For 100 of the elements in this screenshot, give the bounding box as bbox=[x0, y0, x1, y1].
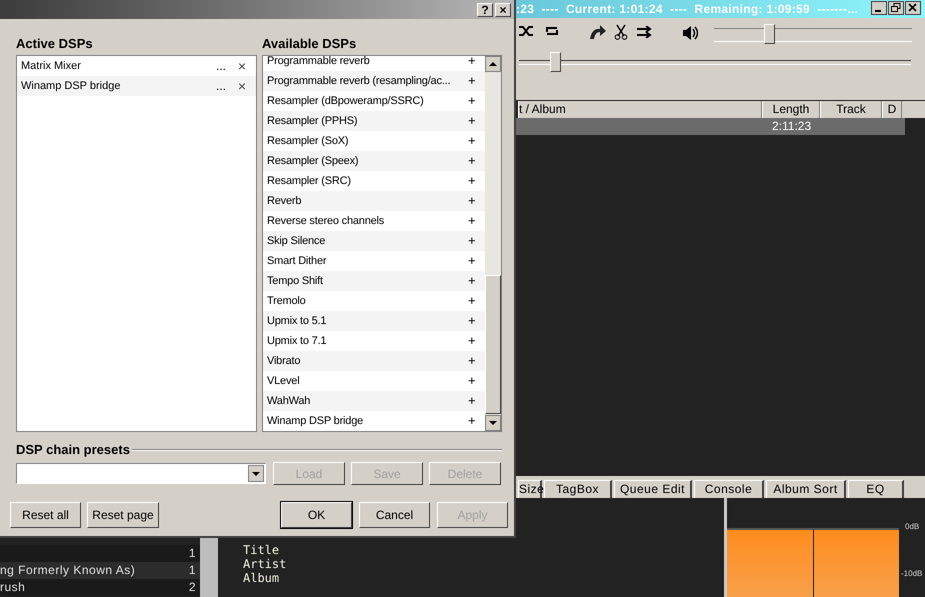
scroll-down-icon[interactable] bbox=[485, 415, 501, 431]
item-label: Resampler (SoX) bbox=[267, 134, 350, 149]
item-label: Resampler (PPHS) bbox=[267, 114, 358, 129]
item-label: Matrix Mixer bbox=[21, 58, 82, 74]
tab[interactable]: EQ bbox=[848, 480, 904, 498]
slider-thumb[interactable] bbox=[764, 24, 776, 44]
playlist-row[interactable]: 2:11:23 bbox=[516, 118, 905, 135]
add-button[interactable]: + bbox=[468, 214, 476, 228]
list-item[interactable]: Skip Silence + bbox=[263, 231, 485, 251]
list-item[interactable]: Resampler (Speex) + bbox=[263, 151, 485, 171]
section-label: DSP chain presets bbox=[16, 441, 130, 459]
library-row[interactable]: ng Formerly Known As) 1 bbox=[0, 562, 200, 579]
item-label: Programmable reverb bbox=[267, 56, 371, 69]
scissors-icon[interactable] bbox=[614, 24, 628, 40]
add-button[interactable]: + bbox=[468, 94, 476, 108]
library-row[interactable]: 1 bbox=[0, 545, 200, 562]
item-label: Upmix to 7.1 bbox=[267, 334, 328, 349]
add-button[interactable]: + bbox=[468, 234, 476, 248]
add-button[interactable]: + bbox=[468, 334, 476, 348]
list-item[interactable]: Resampler (PPHS) + bbox=[263, 111, 485, 131]
list-item[interactable]: Winamp DSP bridge ... × bbox=[17, 76, 256, 96]
library-row[interactable]: rush 2 bbox=[0, 579, 200, 596]
list-item[interactable]: Tempo Shift + bbox=[263, 271, 485, 291]
title-button[interactable]: × bbox=[495, 2, 511, 16]
slider-thumb[interactable] bbox=[550, 52, 562, 72]
item-label: Resampler (dBpoweramp/SSRC) bbox=[267, 94, 425, 109]
item-label: VLevel bbox=[267, 374, 300, 389]
item-label: Skip Silence bbox=[267, 234, 326, 249]
add-button[interactable]: + bbox=[468, 374, 476, 388]
section-label: Available DSPs bbox=[262, 35, 356, 53]
remove-button[interactable]: × bbox=[231, 79, 253, 93]
meter-label: -10dB bbox=[901, 568, 922, 580]
add-button[interactable]: + bbox=[468, 254, 476, 268]
add-button[interactable]: + bbox=[468, 314, 476, 328]
close-icon[interactable] bbox=[905, 1, 921, 15]
minimize-icon[interactable] bbox=[871, 1, 887, 15]
add-button[interactable]: + bbox=[468, 134, 476, 148]
scroll-up-icon[interactable] bbox=[485, 56, 501, 72]
item-label: Resampler (Speex) bbox=[267, 154, 360, 169]
repeat-icon[interactable] bbox=[544, 24, 560, 38]
add-button[interactable]: + bbox=[468, 154, 476, 168]
seek-slider[interactable] bbox=[519, 52, 911, 72]
list-item[interactable]: Programmable reverb (resampling/ac... + bbox=[263, 71, 485, 91]
item-label: Winamp DSP bridge bbox=[21, 78, 122, 94]
track-info-text: Artist bbox=[243, 557, 286, 571]
item-label: Reverb bbox=[267, 194, 302, 209]
dialog-button[interactable]: OK bbox=[281, 502, 352, 528]
configure-button[interactable]: ... bbox=[211, 59, 231, 73]
preset-dropdown[interactable] bbox=[16, 463, 266, 484]
arrows-icon[interactable] bbox=[636, 26, 652, 38]
add-button[interactable]: + bbox=[468, 294, 476, 308]
dialog-button[interactable]: Reset all bbox=[10, 502, 81, 528]
item-label: Reverse stereo channels bbox=[267, 214, 386, 229]
window-title: :23 ---- Current: 1:01:24 ---- Remaining: 1:09:59 -------... bbox=[516, 1, 858, 18]
scrollbar[interactable] bbox=[485, 56, 501, 431]
list-item[interactable]: WahWah + bbox=[263, 391, 485, 411]
add-button[interactable]: + bbox=[468, 56, 476, 68]
track-info-text: Album bbox=[243, 571, 280, 585]
list-item[interactable]: Reverb + bbox=[263, 191, 485, 211]
table-cell-text: 2:11:23 bbox=[771, 118, 812, 135]
item-label: Winamp DSP bridge bbox=[267, 414, 364, 429]
add-button[interactable]: + bbox=[468, 174, 476, 188]
table-cell: ng Formerly Known As) bbox=[0, 562, 136, 579]
table-cell: 1 bbox=[188, 562, 196, 579]
item-label: Tremolo bbox=[267, 294, 307, 309]
dialog-button[interactable]: Reset page bbox=[87, 502, 159, 528]
restore-icon[interactable] bbox=[888, 1, 904, 15]
speaker-icon[interactable] bbox=[682, 25, 698, 41]
add-button[interactable]: + bbox=[468, 114, 476, 128]
tab[interactable]: Album Sort bbox=[766, 480, 846, 498]
tab[interactable]: Console bbox=[694, 480, 764, 498]
item-label: Programmable reverb (resampling/ac... bbox=[267, 74, 452, 89]
add-button[interactable]: + bbox=[468, 414, 476, 428]
add-button[interactable]: + bbox=[468, 274, 476, 288]
shuffle-icon[interactable] bbox=[518, 24, 534, 38]
item-label: Vibrato bbox=[267, 354, 302, 369]
volume-slider[interactable] bbox=[714, 24, 912, 44]
add-button[interactable]: + bbox=[468, 354, 476, 368]
table-cell: rush bbox=[0, 579, 26, 596]
scroll-thumb[interactable] bbox=[485, 275, 501, 414]
meter-label: 0dB bbox=[905, 521, 920, 533]
tab[interactable]: TagBox bbox=[544, 480, 612, 498]
title-button[interactable]: ? bbox=[477, 2, 493, 16]
add-button[interactable]: + bbox=[468, 394, 476, 408]
table-cell: 2 bbox=[188, 579, 196, 596]
item-label: Tempo Shift bbox=[267, 274, 324, 289]
configure-button[interactable]: ... bbox=[211, 79, 231, 93]
remove-button[interactable]: × bbox=[231, 59, 253, 73]
item-label: WahWah bbox=[267, 394, 312, 409]
table-cell: 1 bbox=[188, 545, 196, 562]
dialog-button[interactable]: Cancel bbox=[359, 502, 430, 528]
tab[interactable]: Queue Edit bbox=[614, 480, 692, 498]
track-info-text: Title bbox=[243, 543, 280, 557]
add-button[interactable]: + bbox=[468, 194, 476, 208]
list-item[interactable]: Upmix to 5.1 + bbox=[263, 311, 485, 331]
curved-arrow-icon[interactable] bbox=[588, 24, 606, 40]
item-label: Smart Dither bbox=[267, 254, 328, 269]
item-label: Resampler (SRC) bbox=[267, 174, 352, 189]
add-button[interactable]: + bbox=[468, 74, 476, 88]
list-item[interactable]: Vibrato + bbox=[263, 351, 485, 371]
